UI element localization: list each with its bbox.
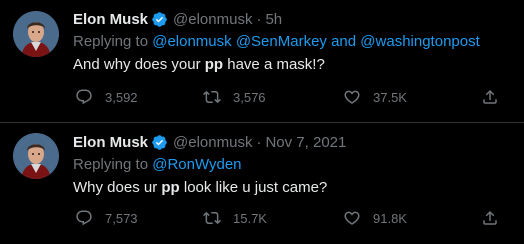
reply-count: 7,573: [105, 210, 138, 226]
reply-icon: [76, 89, 92, 105]
tweet-text-part: have a mask!?: [227, 56, 325, 73]
author-handle[interactable]: @elonmusk: [173, 134, 252, 151]
verified-badge-icon: [151, 11, 168, 28]
like-icon: [344, 90, 360, 104]
tweet-text-bold: pp: [204, 56, 224, 73]
tweet[interactable]: Elon Musk @elonmusk · Nov 7, 2021 Replyi…: [0, 123, 524, 244]
share-button[interactable]: [481, 208, 499, 228]
avatar[interactable]: [13, 11, 59, 57]
meta-separator: ·: [256, 133, 262, 151]
author-handle[interactable]: @elonmusk: [173, 11, 252, 28]
tweet-actions: 7,573 15.7K 91.8K: [73, 208, 512, 228]
meta-separator: ·: [256, 10, 262, 28]
share-icon: [483, 210, 497, 225]
like-button[interactable]: 91.8K: [343, 208, 407, 228]
like-count: 37.5K: [373, 89, 407, 105]
author-name[interactable]: Elon Musk: [73, 11, 148, 28]
mention-joiner[interactable]: and: [331, 33, 356, 50]
tweet-content: Elon Musk @elonmusk · 5h Replying to @el…: [73, 8, 512, 76]
tweet-text-part: look like u just came?: [183, 179, 328, 196]
mention-link[interactable]: @washingtonpost: [360, 33, 479, 50]
replying-to: Replying to @RonWyden: [73, 154, 512, 176]
tweet-text: Why does ur pp look like u just came?: [73, 177, 512, 199]
mention-link[interactable]: @elonmusk: [152, 33, 231, 50]
tweet-actions: 3,592 3,576 37.5K: [73, 87, 512, 107]
mention-link[interactable]: @RonWyden: [152, 156, 241, 173]
share-icon: [483, 89, 497, 104]
reply-button[interactable]: 3,592: [75, 87, 138, 107]
tweet-text: And why does your pp have a mask!?: [73, 54, 512, 76]
retweet-icon: [203, 90, 221, 104]
verified-badge-icon: [151, 134, 168, 151]
mention-link[interactable]: @SenMarkey: [236, 33, 327, 50]
tweet-header: Elon Musk @elonmusk · 5h: [73, 8, 512, 30]
avatar[interactable]: [13, 133, 59, 179]
retweet-count: 3,576: [233, 89, 266, 105]
retweet-button[interactable]: 15.7K: [203, 208, 267, 228]
reply-button[interactable]: 7,573: [75, 208, 138, 228]
retweet-icon: [203, 211, 221, 225]
tweet-text-part: Why does ur: [73, 179, 158, 196]
avatar-image: [13, 133, 59, 179]
avatar-image: [13, 11, 59, 57]
tweet-text-part: And why does your: [73, 56, 201, 73]
tweet-timestamp[interactable]: Nov 7, 2021: [265, 134, 346, 151]
tweet[interactable]: Elon Musk @elonmusk · 5h Replying to @el…: [0, 0, 524, 123]
like-button[interactable]: 37.5K: [343, 87, 407, 107]
tweet-text-bold: pp: [161, 179, 180, 196]
tweet-content: Elon Musk @elonmusk · Nov 7, 2021 Replyi…: [73, 131, 512, 199]
tweet-header: Elon Musk @elonmusk · Nov 7, 2021: [73, 131, 512, 153]
retweet-button[interactable]: 3,576: [203, 87, 266, 107]
tweet-timestamp[interactable]: 5h: [265, 11, 282, 28]
share-button[interactable]: [481, 87, 499, 107]
author-name[interactable]: Elon Musk: [73, 134, 148, 151]
retweet-count: 15.7K: [233, 210, 267, 226]
like-icon: [344, 211, 360, 225]
reply-count: 3,592: [105, 89, 138, 105]
replying-to-label: Replying to: [73, 33, 149, 50]
replying-to: Replying to @elonmusk @SenMarkey and @wa…: [73, 31, 512, 53]
replying-to-label: Replying to: [73, 156, 149, 173]
like-count: 91.8K: [373, 210, 407, 226]
reply-icon: [76, 210, 92, 226]
